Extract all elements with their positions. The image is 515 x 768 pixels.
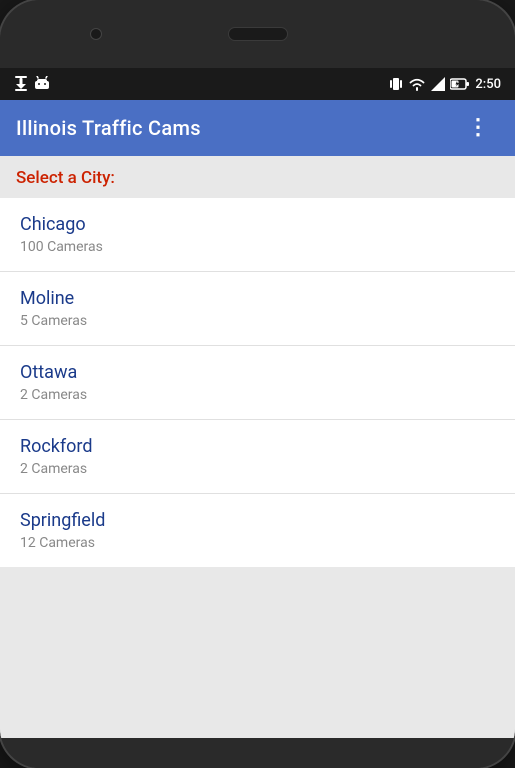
- city-camera-count: 100 Cameras: [20, 239, 495, 255]
- app-title: Illinois Traffic Cams: [16, 116, 459, 140]
- signal-icon: [431, 77, 445, 91]
- status-bar-right: 2:50: [389, 76, 501, 92]
- city-list: Chicago 100 Cameras Moline 5 Cameras Ottawa 2…: [0, 198, 515, 567]
- city-camera-count: 2 Cameras: [20, 461, 495, 477]
- battery-icon: [450, 77, 470, 91]
- city-list-item[interactable]: Moline 5 Cameras: [0, 272, 515, 346]
- front-camera: [90, 28, 102, 40]
- earpiece-speaker: [228, 27, 288, 41]
- phone-screen: 2:50 Illinois Traffic Cams ⋮ Select a Ci…: [0, 68, 515, 738]
- overflow-menu-button[interactable]: ⋮: [459, 113, 499, 143]
- city-name: Ottawa: [20, 362, 495, 383]
- android-icon: [34, 76, 50, 92]
- phone-bottom-bezel: [0, 738, 515, 768]
- city-name: Moline: [20, 288, 495, 309]
- status-time: 2:50: [475, 77, 501, 92]
- download-icon: [14, 76, 28, 92]
- app-toolbar: Illinois Traffic Cams ⋮: [0, 100, 515, 156]
- city-camera-count: 5 Cameras: [20, 313, 495, 329]
- status-bar: 2:50: [0, 68, 515, 100]
- city-list-item[interactable]: Rockford 2 Cameras: [0, 420, 515, 494]
- phone-device: 2:50 Illinois Traffic Cams ⋮ Select a Ci…: [0, 0, 515, 768]
- section-header: Select a City:: [0, 156, 515, 198]
- city-name: Chicago: [20, 214, 495, 235]
- city-camera-count: 12 Cameras: [20, 535, 495, 551]
- city-list-item[interactable]: Springfield 12 Cameras: [0, 494, 515, 567]
- status-bar-left: [14, 76, 50, 92]
- city-list-item[interactable]: Chicago 100 Cameras: [0, 198, 515, 272]
- city-list-item[interactable]: Ottawa 2 Cameras: [0, 346, 515, 420]
- city-camera-count: 2 Cameras: [20, 387, 495, 403]
- vibrate-icon: [389, 76, 403, 92]
- content-area: Select a City: Chicago 100 Cameras Moline 5…: [0, 156, 515, 738]
- phone-top-bezel: [0, 0, 515, 68]
- city-name: Springfield: [20, 510, 495, 531]
- wifi-icon: [408, 77, 426, 91]
- city-name: Rockford: [20, 436, 495, 457]
